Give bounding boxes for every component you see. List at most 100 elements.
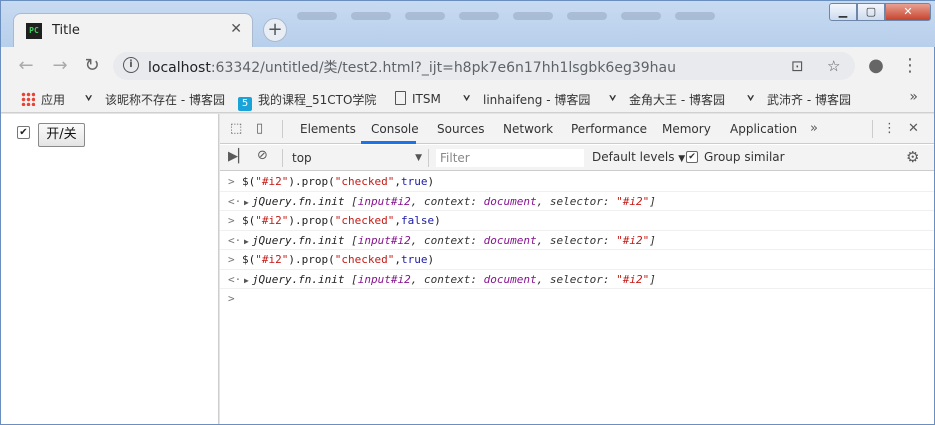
tab-elements[interactable]: Elements bbox=[300, 122, 356, 136]
context-select[interactable]: top ▼ bbox=[292, 149, 422, 167]
console-output-line[interactable]: <· ▶ jQuery.fn.init [input#i2, context: d… bbox=[220, 270, 934, 289]
browser-toolbar: ← → ↻ i localhost:63342/untitled/类/test2… bbox=[1, 47, 934, 85]
toggle-button[interactable]: 开/关 bbox=[38, 123, 85, 147]
more-tabs-icon[interactable]: » bbox=[810, 121, 818, 136]
translate-icon[interactable]: ⊡ bbox=[791, 57, 804, 75]
console-prompt-line[interactable]: > bbox=[220, 289, 934, 309]
console-input-line[interactable]: > $("#i2").prop("checked",true) bbox=[220, 172, 934, 192]
log-levels-dropdown[interactable]: Default levels ▼ bbox=[592, 150, 685, 164]
51cto-icon: 5 bbox=[238, 97, 252, 111]
prop-value: false bbox=[400, 214, 435, 227]
divider bbox=[872, 120, 873, 138]
console-output-text: ▶ jQuery.fn.init [input#i2, context: docu… bbox=[244, 194, 656, 208]
output-return-icon: <· bbox=[228, 233, 242, 247]
output-return-icon: <· bbox=[228, 194, 242, 208]
input-prompt-icon: > bbox=[228, 214, 235, 227]
devtools-panel: ⬚ ▯ Elements Console Sources Network Per… bbox=[220, 114, 934, 424]
bookmarks-bar: 应用 ᘁ 该昵称不存在 - 博客园 5 我的课程_51CTO学院 ITSM ᘁ lin… bbox=[1, 85, 934, 113]
object-input: input#i2 bbox=[357, 272, 411, 286]
object-selector: "#i2" bbox=[616, 194, 650, 208]
console-input-line[interactable]: > $("#i2").prop("checked",false) bbox=[220, 211, 934, 231]
profile-avatar-icon[interactable]: ● bbox=[865, 55, 887, 77]
document-icon bbox=[395, 91, 406, 105]
input-prompt-icon: > bbox=[228, 175, 235, 188]
bookmark-label: 应用 bbox=[41, 93, 66, 107]
console-caret-icon: > bbox=[228, 292, 235, 305]
device-toolbar-icon[interactable]: ▯ bbox=[256, 121, 263, 136]
tab-application[interactable]: Application bbox=[730, 122, 797, 136]
console-output-text: ▶ jQuery.fn.init [input#i2, context: docu… bbox=[244, 233, 656, 247]
maximize-button[interactable]: ▢ bbox=[857, 3, 885, 21]
new-tab-button[interactable]: + bbox=[263, 18, 287, 42]
bookmark-51cto[interactable]: 5 我的课程_51CTO学院 bbox=[238, 91, 376, 111]
page-viewport: ✔ 开/关 bbox=[1, 114, 219, 424]
tab-close-icon[interactable]: ✕ bbox=[230, 21, 242, 37]
object-selector: "#i2" bbox=[616, 272, 650, 286]
levels-label: Default levels bbox=[592, 150, 675, 164]
url-text[interactable]: localhost:63342/untitled/类/test2.html?_i… bbox=[148, 57, 676, 77]
blurred-tabs bbox=[297, 9, 817, 23]
prop-string: "checked" bbox=[334, 175, 395, 188]
devtools-close-icon[interactable]: ✕ bbox=[908, 121, 919, 136]
reload-icon[interactable]: ↻ bbox=[81, 55, 103, 77]
bookmark-apps[interactable]: 应用 bbox=[21, 91, 65, 108]
expand-triangle-icon[interactable]: ▶ bbox=[244, 276, 249, 285]
bookmarks-overflow-icon[interactable]: » bbox=[909, 89, 918, 105]
tab-performance[interactable]: Performance bbox=[571, 122, 647, 136]
bookmark-star-icon[interactable]: ☆ bbox=[827, 57, 840, 75]
tab-sources[interactable]: Sources bbox=[437, 122, 484, 136]
tab-console[interactable]: Console bbox=[371, 122, 419, 136]
forward-arrow-icon[interactable]: → bbox=[49, 55, 71, 77]
pycharm-favicon-icon: PC bbox=[26, 23, 42, 39]
menu-kebab-icon[interactable]: ⋮ bbox=[899, 55, 921, 77]
tab-memory[interactable]: Memory bbox=[662, 122, 711, 136]
site-info-icon[interactable]: i bbox=[123, 57, 139, 73]
inspect-element-icon[interactable]: ⬚ bbox=[230, 121, 242, 136]
dropdown-arrow-icon: ▼ bbox=[678, 154, 686, 164]
console-output-line[interactable]: <· ▶ jQuery.fn.init [input#i2, context: d… bbox=[220, 192, 934, 211]
object-label: jQuery.fn.init bbox=[251, 233, 345, 247]
prop-string: "checked" bbox=[334, 253, 395, 266]
group-similar-label: Group similar bbox=[704, 150, 785, 164]
console-sidebar-icon[interactable]: ▶▏ bbox=[228, 149, 248, 164]
cnblogs-icon: ᘁ bbox=[747, 94, 755, 110]
selector-string: "#i2" bbox=[255, 175, 289, 188]
expand-triangle-icon[interactable]: ▶ bbox=[244, 198, 249, 207]
console-input-text: $("#i2").prop("checked",false) bbox=[242, 214, 441, 227]
object-label: jQuery.fn.init bbox=[251, 272, 345, 286]
console-output-text: ▶ jQuery.fn.init [input#i2, context: docu… bbox=[244, 272, 656, 286]
divider bbox=[282, 120, 283, 138]
browser-tab[interactable]: PC Title ✕ bbox=[13, 13, 253, 47]
checkbox-i2[interactable]: ✔ bbox=[17, 126, 30, 139]
bookmark-itsm[interactable]: ITSM bbox=[395, 91, 441, 106]
object-context: document bbox=[483, 194, 537, 208]
bookmark-linhaifeng[interactable]: ᘁ linhaifeng - 博客园 bbox=[463, 91, 590, 110]
group-similar-checkbox[interactable]: ✔ bbox=[686, 151, 698, 163]
console-filter-bar: ▶▏ ⊘ top ▼ Filter Default levels ▼ ✔ Gro… bbox=[220, 145, 934, 171]
bookmark-label: 该昵称不存在 - 博客园 bbox=[105, 93, 225, 107]
address-bar[interactable]: i localhost:63342/untitled/类/test2.html?… bbox=[113, 52, 855, 80]
back-arrow-icon[interactable]: ← bbox=[15, 55, 37, 77]
bookmark-cnblogs-1[interactable]: ᘁ 该昵称不存在 - 博客园 bbox=[85, 91, 225, 110]
bookmark-jinjiao[interactable]: ᘁ 金角大王 - 博客园 bbox=[609, 91, 725, 110]
devtools-menu-icon[interactable]: ⋮ bbox=[883, 121, 896, 136]
filter-input[interactable]: Filter bbox=[436, 149, 584, 167]
clear-console-icon[interactable]: ⊘ bbox=[257, 148, 268, 163]
console-output-line[interactable]: <· ▶ jQuery.fn.init [input#i2, context: d… bbox=[220, 231, 934, 250]
window-close-button[interactable]: ✕ bbox=[885, 3, 931, 21]
cnblogs-icon: ᘁ bbox=[609, 94, 617, 110]
bookmark-wupeiqi[interactable]: ᘁ 武沛齐 - 博客园 bbox=[747, 91, 851, 110]
expand-triangle-icon[interactable]: ▶ bbox=[244, 237, 249, 246]
dropdown-arrow-icon: ▼ bbox=[415, 153, 422, 163]
console-settings-gear-icon[interactable]: ⚙ bbox=[906, 148, 919, 166]
cnblogs-icon: ᘁ bbox=[463, 94, 471, 110]
url-path: :63342/untitled/类/test2.html?_ijt=h8pk7e… bbox=[210, 60, 676, 76]
tab-network[interactable]: Network bbox=[503, 122, 553, 136]
selector-string: "#i2" bbox=[255, 253, 289, 266]
console-input-line[interactable]: > $("#i2").prop("checked",true) bbox=[220, 250, 934, 270]
output-return-icon: <· bbox=[228, 272, 242, 286]
object-context: document bbox=[483, 272, 537, 286]
input-prompt-icon: > bbox=[228, 253, 235, 266]
divider bbox=[428, 149, 429, 167]
minimize-button[interactable]: ▁ bbox=[829, 3, 857, 21]
